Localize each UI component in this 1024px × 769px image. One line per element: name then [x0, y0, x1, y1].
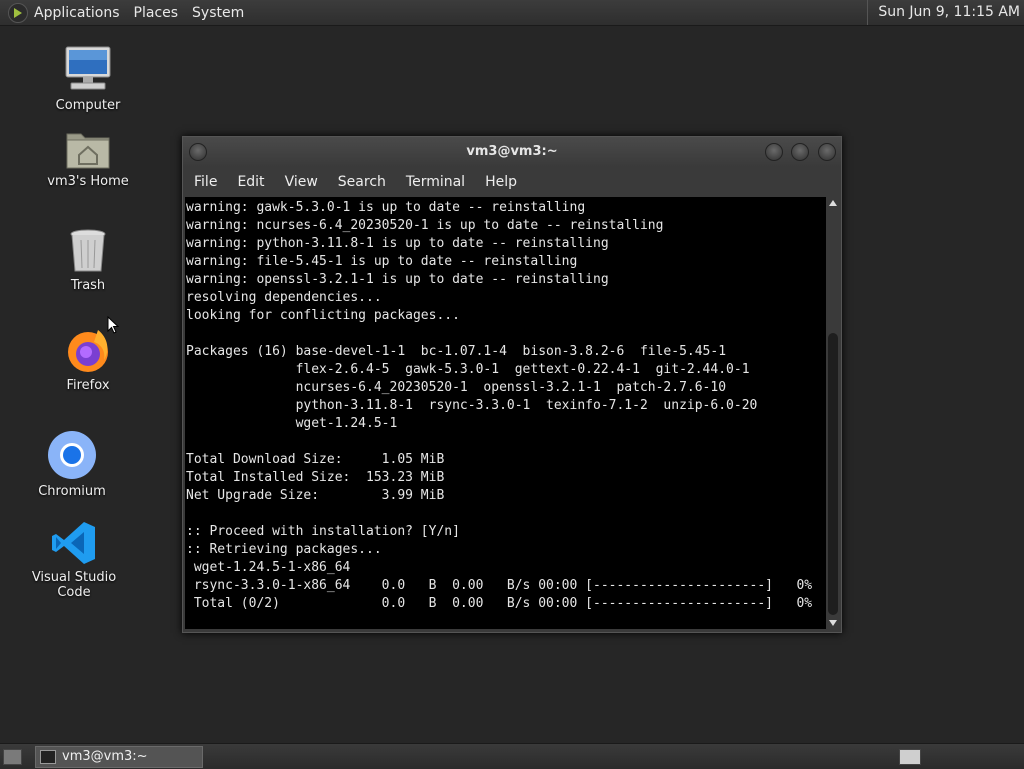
minimize-button[interactable]: [765, 143, 783, 161]
computer-icon: [63, 44, 113, 94]
menu-file[interactable]: File: [194, 174, 217, 190]
desktop-icon-label: Chromium: [38, 484, 106, 499]
scroll-down-arrow-icon[interactable]: [829, 620, 837, 626]
desktop-icon-label: Visual Studio Code: [31, 570, 117, 600]
desktop-icon-trash[interactable]: Trash: [33, 228, 143, 293]
clock[interactable]: Sun Jun 9, 11:15 AM: [867, 0, 1020, 25]
desktop-icon-label: Trash: [70, 278, 106, 293]
desktop-icon-label: Computer: [55, 98, 121, 113]
terminal-scrollbar[interactable]: [827, 197, 839, 629]
desktop-icon-vscode[interactable]: Visual Studio Code: [19, 520, 129, 600]
show-desktop-icon[interactable]: [3, 749, 22, 765]
menu-view[interactable]: View: [285, 174, 318, 190]
firefox-icon: [64, 326, 112, 374]
vscode-icon: [51, 520, 97, 566]
terminal-icon: [40, 750, 56, 764]
taskbar-item-label: vm3@vm3:~: [62, 749, 148, 764]
menu-places[interactable]: Places: [134, 5, 179, 21]
maximize-button[interactable]: [791, 143, 809, 161]
home-folder-icon: [65, 128, 111, 170]
menu-help[interactable]: Help: [485, 174, 517, 190]
taskbar-item-terminal[interactable]: vm3@vm3:~: [35, 746, 203, 768]
terminal-menubar: File Edit View Search Terminal Help: [183, 167, 841, 196]
scrollbar-thumb[interactable]: [828, 333, 838, 615]
terminal-output[interactable]: warning: gawk-5.3.0-1 is up to date -- r…: [185, 197, 826, 629]
menu-edit[interactable]: Edit: [237, 174, 264, 190]
menu-search[interactable]: Search: [338, 174, 386, 190]
mouse-cursor-icon: [107, 316, 119, 334]
distro-logo-icon[interactable]: [8, 2, 28, 23]
terminal-text: warning: gawk-5.3.0-1 is up to date -- r…: [186, 200, 813, 611]
desktop-icon-firefox[interactable]: Firefox: [33, 326, 143, 393]
menu-applications[interactable]: Applications: [34, 5, 120, 21]
desktop-icon-home[interactable]: vm3's Home: [33, 128, 143, 189]
close-button[interactable]: [818, 143, 836, 161]
menu-system[interactable]: System: [192, 5, 244, 21]
desktop-icon-label: Firefox: [66, 378, 110, 393]
desktop-icon-computer[interactable]: Computer: [33, 44, 143, 113]
trash-icon: [68, 228, 108, 274]
desktop-icon-chromium[interactable]: Chromium: [17, 430, 127, 499]
top-panel: Applications Places System Sun Jun 9, 11…: [0, 0, 1024, 26]
window-titlebar[interactable]: vm3@vm3:~: [183, 137, 841, 167]
workspace-switcher[interactable]: [899, 749, 921, 765]
menu-terminal[interactable]: Terminal: [406, 174, 465, 190]
window-title: vm3@vm3:~: [466, 144, 558, 159]
chromium-icon: [47, 430, 97, 480]
desktop-icon-label: vm3's Home: [47, 174, 129, 189]
scroll-up-arrow-icon[interactable]: [829, 200, 837, 206]
terminal-window[interactable]: vm3@vm3:~ File Edit View Search Terminal…: [182, 136, 842, 633]
bottom-panel: vm3@vm3:~: [0, 743, 1024, 769]
